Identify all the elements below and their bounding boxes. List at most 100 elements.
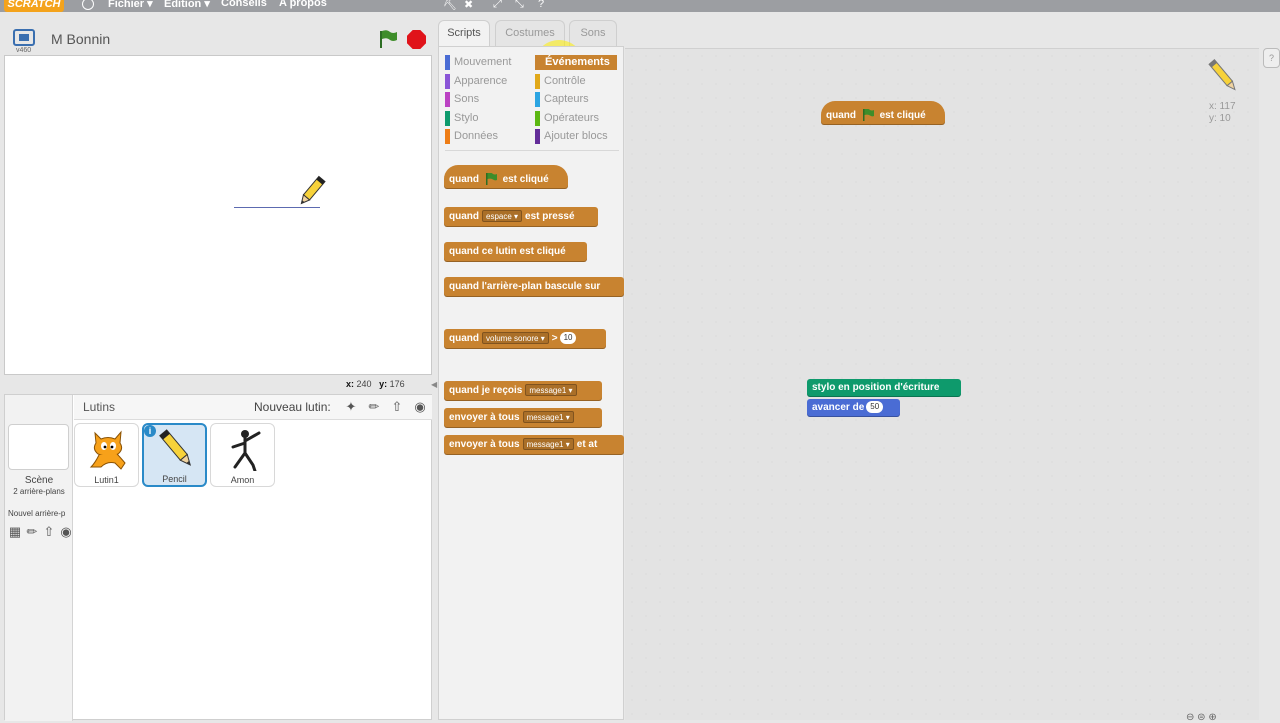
menu-edit[interactable]: Edition ▾ — [164, 0, 210, 10]
sensor-value-input[interactable]: 10 — [559, 332, 577, 345]
category-operators[interactable]: Opérateurs — [535, 111, 599, 126]
sprite-tile-lutin1[interactable]: Lutin1 — [74, 423, 139, 487]
new-backdrop-label: Nouvel arrière-p — [8, 509, 66, 518]
collapse-stage-icon[interactable]: ◀ — [431, 380, 437, 389]
new-sprite-label: Nouveau lutin: — [254, 400, 331, 414]
grow-icon[interactable]: ⤢ — [493, 0, 502, 11]
sprite-y: y: 10 — [1209, 113, 1231, 124]
green-flag-icon[interactable] — [378, 30, 398, 48]
category-label: Capteurs — [544, 93, 589, 105]
camera-backdrop-icon[interactable]: ◉ — [59, 523, 73, 540]
help-button[interactable]: ? — [1263, 48, 1280, 68]
sprite-library-icon[interactable]: ✦ — [342, 398, 360, 415]
y-value: 176 — [389, 379, 405, 389]
x-label: x: — [346, 379, 355, 389]
category-label: Sons — [454, 93, 480, 105]
shrink-icon[interactable]: ⤡ — [515, 0, 524, 11]
delete-icon[interactable]: ✖ — [464, 0, 473, 11]
block-broadcast-and-wait[interactable]: envoyer à tous message1 ▾ et at — [444, 435, 624, 455]
block-text: et at — [576, 439, 598, 450]
zoom-in-icon[interactable]: ⊕ — [1208, 712, 1216, 723]
block-text: est cliqué — [502, 174, 549, 185]
menu-file[interactable]: Fichier ▾ — [108, 0, 153, 10]
paint-backdrop-icon[interactable]: ✏ — [25, 523, 39, 540]
duplicate-icon[interactable]: ⛏ — [443, 0, 457, 11]
sprite-tile-amon[interactable]: Amon — [210, 423, 275, 487]
sensor-dropdown[interactable]: volume sonore ▾ — [482, 332, 549, 345]
scratch-logo[interactable]: SCRATCH — [4, 0, 64, 12]
tab-sounds[interactable]: Sons — [569, 20, 617, 46]
help-icon[interactable]: ? — [538, 0, 544, 10]
stage-header: v460 M Bonnin — [0, 12, 435, 54]
block-when-flag-clicked[interactable]: quand est cliqué — [444, 165, 568, 189]
paint-sprite-icon[interactable]: ✏ — [365, 398, 383, 415]
green-flag-icon — [485, 173, 497, 186]
dancer-sprite-icon — [231, 430, 261, 471]
category-sensing[interactable]: Capteurs — [535, 92, 589, 107]
sprite-name: Amon — [230, 475, 255, 485]
camera-sprite-icon[interactable]: ◉ — [411, 398, 429, 415]
block-text: envoyer à tous — [449, 412, 520, 423]
category-pen[interactable]: Stylo — [445, 111, 478, 126]
category-color-bar — [445, 129, 450, 144]
block-text: quand — [449, 174, 479, 185]
green-flag-icon — [862, 109, 874, 122]
backdrop-tools: ▦ ✏ ⇧ ◉ — [8, 523, 73, 540]
menu-bar: SCRATCH Fichier ▾ Edition ▾ Conseils A p… — [0, 0, 1280, 12]
project-title[interactable]: M Bonnin — [51, 31, 110, 47]
category-color-bar — [535, 74, 540, 89]
stop-icon[interactable] — [407, 30, 426, 49]
block-broadcast[interactable]: envoyer à tous message1 ▾ — [444, 408, 602, 428]
upload-sprite-icon[interactable]: ⇧ — [388, 398, 406, 415]
menu-about[interactable]: A propos — [279, 0, 327, 9]
block-text: quand — [449, 211, 479, 222]
category-label: Stylo — [454, 112, 479, 124]
scene-thumbnail[interactable] — [8, 424, 69, 470]
pencil-sprite[interactable] — [293, 174, 329, 210]
sprite-x: x: 117 — [1209, 101, 1236, 112]
dropdown-value: message1 — [526, 440, 564, 450]
category-label: Mouvement — [454, 56, 512, 68]
script-when-flag-clicked[interactable]: quand est cliqué — [821, 101, 945, 125]
category-color-bar — [445, 111, 450, 126]
info-icon[interactable]: i — [144, 425, 156, 437]
category-data[interactable]: Données — [445, 129, 498, 144]
fullscreen-icon[interactable] — [13, 29, 35, 46]
category-events[interactable]: Événements — [535, 55, 617, 70]
message-dropdown[interactable]: message1 ▾ — [525, 384, 577, 397]
script-pen-down[interactable]: stylo en position d'écriture — [807, 379, 961, 397]
category-looks[interactable]: Apparence — [445, 74, 507, 89]
scripts-area[interactable]: quand est cliqué stylo en position d'écr… — [625, 48, 1259, 720]
block-text: quand je reçois — [449, 385, 523, 396]
version-label: v460 — [16, 47, 32, 54]
sprite-tile-pencil[interactable]: i Pencil — [142, 423, 207, 487]
backdrop-library-icon[interactable]: ▦ — [8, 523, 22, 540]
menu-tips[interactable]: Conseils — [221, 0, 267, 9]
category-label: Contrôle — [544, 75, 586, 87]
category-control[interactable]: Contrôle — [535, 74, 586, 89]
zoom-out-icon[interactable]: ⊖ — [1186, 712, 1194, 723]
current-sprite-pencil-icon — [1208, 59, 1236, 91]
message-dropdown[interactable]: message1 ▾ — [522, 411, 574, 424]
block-when-sensor-greater[interactable]: quand volume sonore ▾ >10 — [444, 329, 606, 349]
language-globe-icon[interactable] — [82, 0, 94, 10]
upload-backdrop-icon[interactable]: ⇧ — [42, 523, 56, 540]
category-motion[interactable]: Mouvement — [445, 55, 511, 70]
script-move-steps[interactable]: avancer de 50 — [807, 399, 900, 417]
category-more-blocks[interactable]: Ajouter blocs — [535, 129, 608, 144]
move-steps-input[interactable]: 50 — [866, 401, 884, 414]
block-when-key-pressed[interactable]: quand espace ▾ est pressé — [444, 207, 598, 227]
tab-scripts[interactable]: Scripts — [438, 20, 490, 46]
stage-canvas[interactable] — [4, 55, 432, 375]
pencil-sprite-icon — [159, 429, 192, 466]
zoom-reset-icon[interactable]: ⊜ — [1197, 712, 1205, 723]
key-dropdown[interactable]: espace ▾ — [482, 210, 523, 223]
sprite-position: x: 117 y: 10 — [1209, 101, 1236, 125]
block-when-backdrop-switches[interactable]: quand l'arrière-plan bascule sur — [444, 277, 624, 297]
message-dropdown[interactable]: message1 ▾ — [522, 438, 574, 451]
block-when-sprite-clicked[interactable]: quand ce lutin est cliqué — [444, 242, 587, 262]
sprites-label: Lutins — [83, 400, 116, 414]
category-label: Événements — [545, 56, 610, 68]
category-sound[interactable]: Sons — [445, 92, 479, 107]
block-when-i-receive[interactable]: quand je reçois message1 ▾ — [444, 381, 602, 401]
